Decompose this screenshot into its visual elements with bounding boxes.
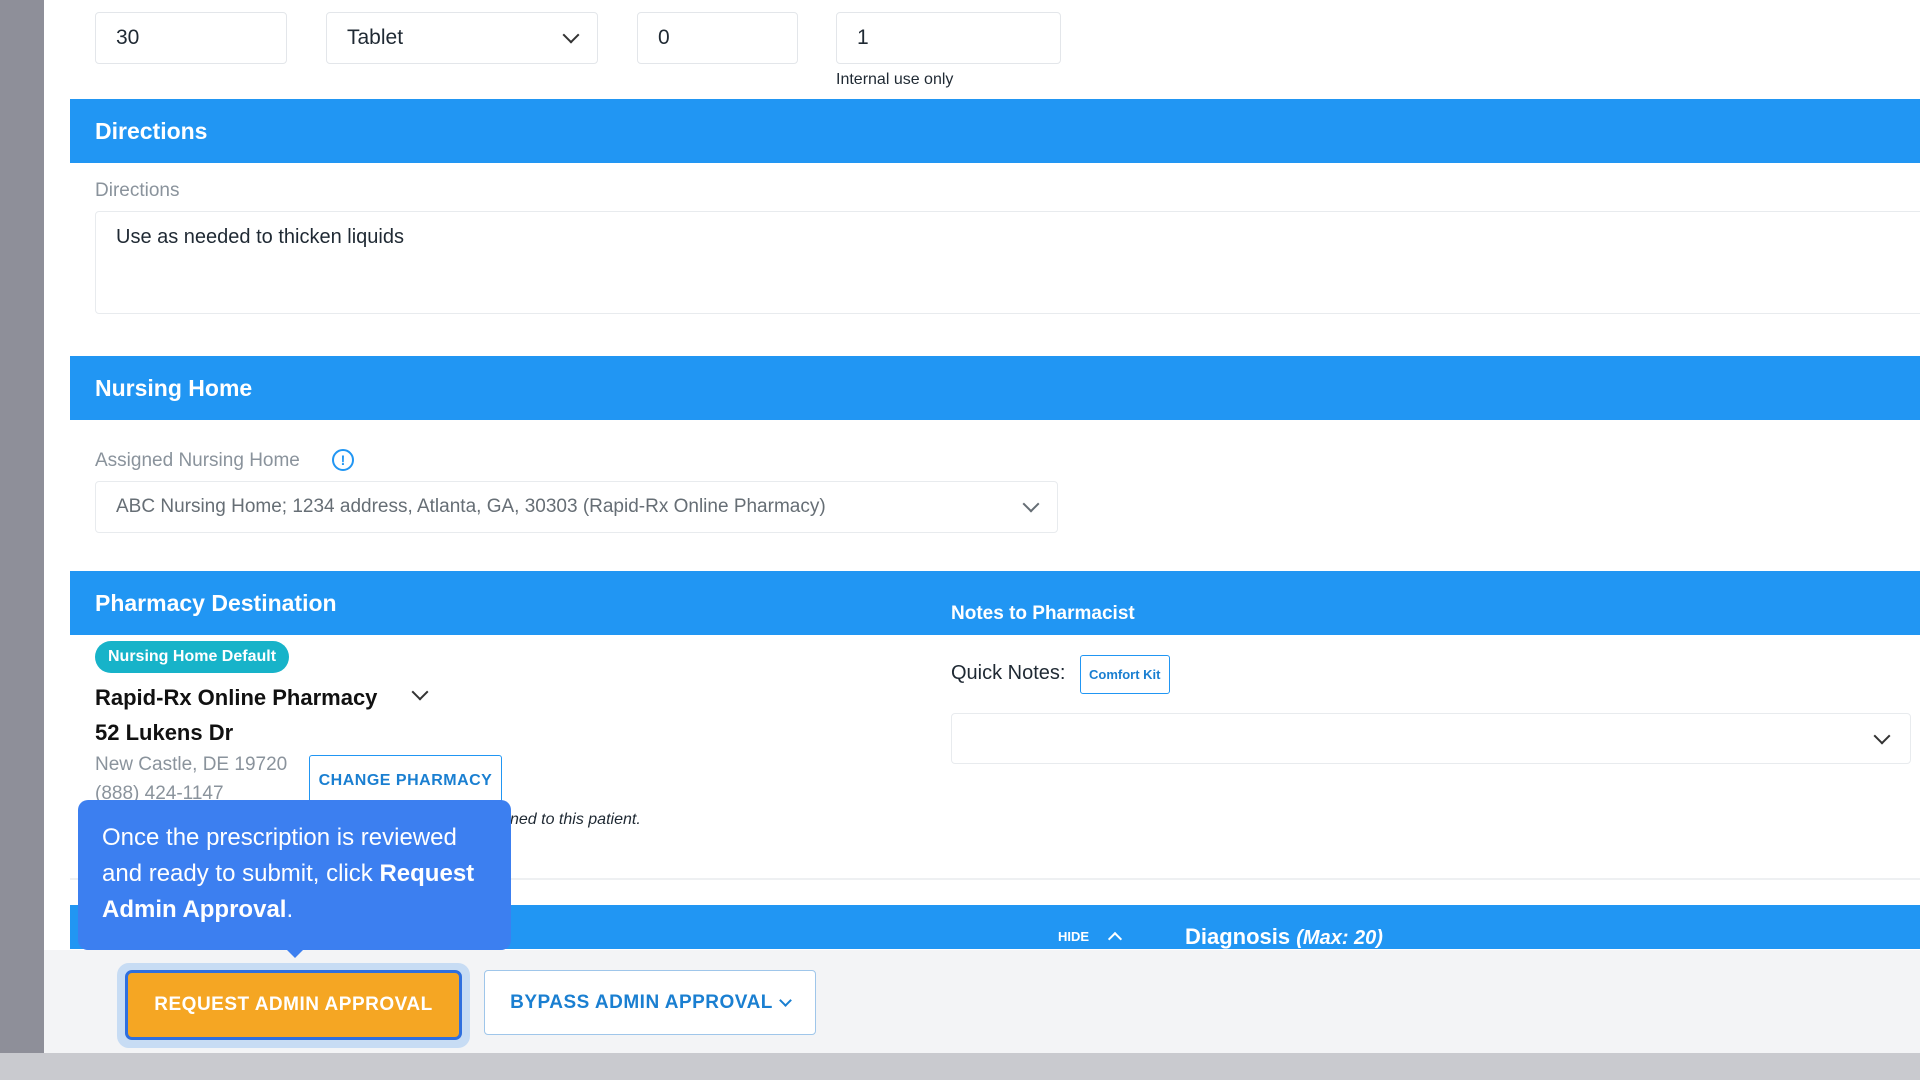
request-admin-approval-button[interactable]: REQUEST ADMIN APPROVAL	[125, 970, 462, 1040]
nursing-home-default-badge: Nursing Home Default	[95, 641, 290, 673]
diagnosis-max: (Max: 20)	[1296, 927, 1383, 949]
directions-label: Directions	[95, 180, 180, 201]
directions-section-header: Directions	[70, 99, 1920, 163]
prescription-form: 30 Tablet 0 1 Internal use only Directio…	[44, 0, 1920, 1053]
directions-section-title: Directions	[95, 117, 208, 144]
assigned-nursing-home-label: Assigned Nursing Home	[95, 450, 300, 471]
pharmacy-city: New Castle, DE 19720	[95, 754, 288, 775]
diagnosis-title-text: Diagnosis	[1185, 924, 1291, 949]
notes-section-title: Notes to Pharmacist	[951, 603, 1135, 624]
nursing-home-selected-value: ABC Nursing Home; 1234 address, Atlanta,…	[116, 496, 826, 517]
comfort-kit-chip[interactable]: Comfort Kit	[1080, 655, 1170, 694]
info-icon[interactable]: !	[332, 449, 354, 471]
quantity-input[interactable]: 30	[95, 12, 287, 64]
quantity-value: 30	[116, 26, 140, 49]
chevron-down-icon	[1022, 495, 1040, 513]
diagnosis-title: Diagnosis (Max: 20)	[1185, 924, 1383, 950]
tooltip-arrow	[286, 949, 304, 958]
dosage-form-value: Tablet	[347, 26, 404, 49]
bypass-admin-approval-button[interactable]: BYPASS ADMIN APPROVAL	[484, 970, 816, 1035]
refills-value: 0	[658, 26, 670, 49]
days-supply-value: 1	[857, 26, 869, 49]
pharmacy-address: 52 Lukens Dr	[95, 720, 234, 745]
days-supply-input[interactable]: 1	[836, 12, 1061, 64]
pharmacy-name: Rapid-Rx Online Pharmacy	[95, 685, 378, 710]
pharmacy-chevron-down-icon[interactable]	[411, 683, 429, 701]
dosage-form-select[interactable]: Tablet	[326, 12, 598, 64]
chevron-down-icon	[562, 26, 580, 44]
quick-notes-label: Quick Notes:	[951, 662, 1066, 684]
guide-tooltip: Once the prescription is reviewed and re…	[78, 800, 511, 950]
tooltip-text-end: .	[286, 896, 294, 923]
nursing-home-select[interactable]: ABC Nursing Home; 1234 address, Atlanta,…	[95, 481, 1058, 533]
hide-toggle[interactable]: HIDE	[1058, 929, 1089, 944]
pharmacy-section-title: Pharmacy Destination	[95, 589, 337, 616]
notes-to-pharmacist-select[interactable]	[951, 713, 1911, 764]
directions-textarea[interactable]: Use as needed to thicken liquids	[95, 211, 1920, 314]
chevron-down-icon	[779, 994, 792, 1007]
window-bottom-strip	[0, 1053, 1920, 1080]
bypass-admin-approval-label: BYPASS ADMIN APPROVAL	[510, 991, 773, 1013]
pharmacy-assigned-note: ned to this patient.	[510, 811, 641, 828]
refills-input[interactable]: 0	[637, 12, 798, 64]
nursing-home-section-title: Nursing Home	[95, 374, 253, 401]
nursing-home-section-header: Nursing Home	[70, 356, 1920, 420]
internal-use-note: Internal use only	[836, 71, 954, 88]
chevron-down-icon	[1873, 727, 1891, 744]
directions-value: Use as needed to thicken liquids	[116, 226, 404, 248]
